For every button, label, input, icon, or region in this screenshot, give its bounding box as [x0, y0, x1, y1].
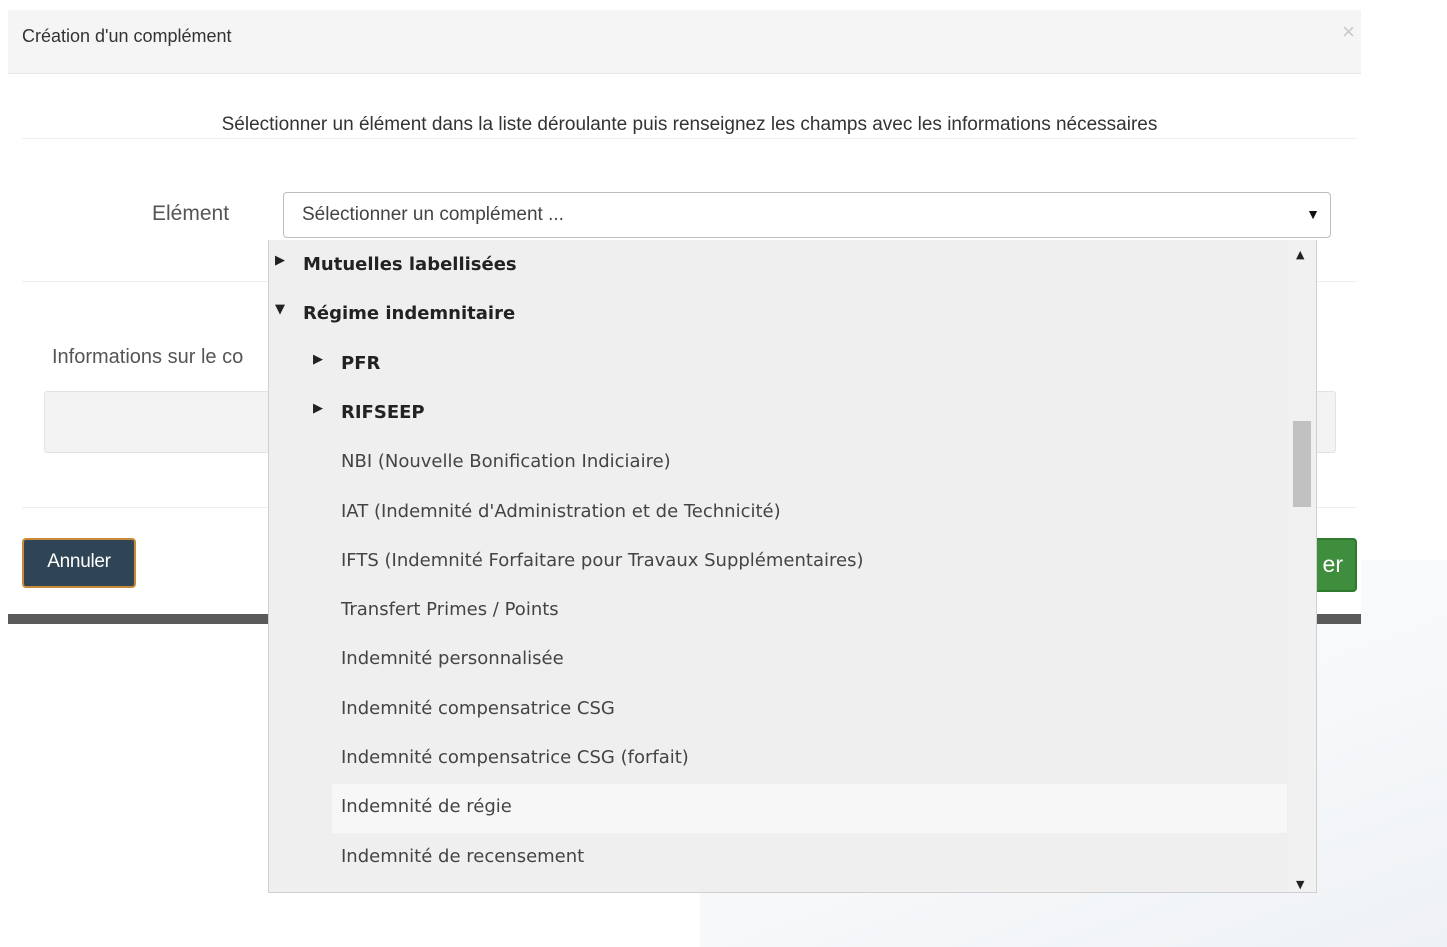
dropdown-option-label: Indemnité de recensement	[341, 845, 585, 867]
dropdown-option-label: IAT (Indemnité d'Administration et de Te…	[341, 500, 781, 522]
dropdown-option[interactable]: Indemnité personnalisée	[269, 636, 1287, 685]
instruction-text: Sélectionner un élément dans la liste dé…	[221, 114, 1158, 135]
caret-right-icon[interactable]: ▶	[313, 352, 323, 367]
dropdown-option[interactable]: ▼ Régime indemnitaire	[269, 291, 1287, 340]
dropdown-option-label: Indemnité de régie	[341, 796, 512, 818]
cancel-button[interactable]: Annuler	[22, 538, 136, 588]
close-icon[interactable]: ×	[1342, 21, 1355, 43]
dropdown-option-label: IFTS (Indemnité Forfaitare pour Travaux …	[341, 549, 864, 571]
select-value: Sélectionner un complément ...	[302, 204, 564, 225]
dropdown-option[interactable]: Indemnité compensatrice CSG	[269, 686, 1287, 735]
dropdown-option[interactable]: IFTS (Indemnité Forfaitare pour Travaux …	[269, 538, 1287, 587]
dropdown-option[interactable]: NBI (Nouvelle Bonification Indiciaire)	[269, 439, 1287, 488]
dropdown-option-label: Indemnité compensatrice CSG (forfait)	[341, 747, 689, 768]
dropdown-option[interactable]: IAT (Indemnité d'Administration et de Te…	[269, 489, 1287, 538]
modal-header: Création d'un complément ×	[8, 10, 1361, 74]
caret-right-icon[interactable]: ▶	[275, 253, 285, 268]
dropdown-option-label: PFR	[341, 352, 381, 374]
instruction-panel: Sélectionner un élément dans la liste dé…	[22, 110, 1357, 139]
chevron-down-icon: ▼	[1306, 206, 1320, 222]
dropdown-option-label: Régime indemnitaire	[303, 303, 516, 325]
scrollbar-thumb[interactable]	[1293, 421, 1311, 507]
dropdown-scrollbar[interactable]: ▲ ▼	[1288, 240, 1316, 892]
scroll-down-icon[interactable]: ▼	[1296, 878, 1304, 891]
info-section-title: Informations sur le co	[52, 346, 244, 368]
caret-down-icon[interactable]: ▼	[275, 302, 285, 317]
dropdown-option[interactable]: Indemnité compensatrice CSG (forfait)	[269, 735, 1287, 784]
caret-right-icon[interactable]: ▶	[313, 401, 323, 416]
dropdown-option-label: Indemnité personnalisée	[341, 648, 564, 670]
dropdown-option[interactable]: Transfert Primes / Points	[269, 587, 1287, 636]
dropdown-option-label: Transfert Primes / Points	[341, 599, 559, 621]
complement-dropdown-list[interactable]: ▶ Mutuelles labellisées ▼ Régime indemnitai…	[268, 240, 1317, 893]
modal-title: Création d'un complément	[22, 26, 232, 46]
dropdown-option[interactable]: ▶ PFR	[269, 341, 1287, 390]
scroll-up-icon[interactable]: ▲	[1296, 248, 1304, 261]
complement-select[interactable]: Sélectionner un complément ... ▼	[283, 192, 1331, 238]
dropdown-option[interactable]: Indemnité de régie	[332, 784, 1287, 834]
element-label: Elément	[152, 202, 230, 225]
dropdown-option[interactable]: ▶ Mutuelles labellisées	[269, 242, 1287, 291]
dropdown-option-label: Indemnité compensatrice CSG	[341, 697, 615, 719]
dropdown-option-label: NBI (Nouvelle Bonification Indiciaire)	[341, 451, 671, 473]
dropdown-option[interactable]: Indemnité de recensement	[269, 834, 1287, 883]
dropdown-option-label: RIFSEEP	[341, 401, 425, 423]
dropdown-option-label: Mutuelles labellisées	[303, 254, 517, 275]
dropdown-option[interactable]: ▶ RIFSEEP	[269, 390, 1287, 439]
